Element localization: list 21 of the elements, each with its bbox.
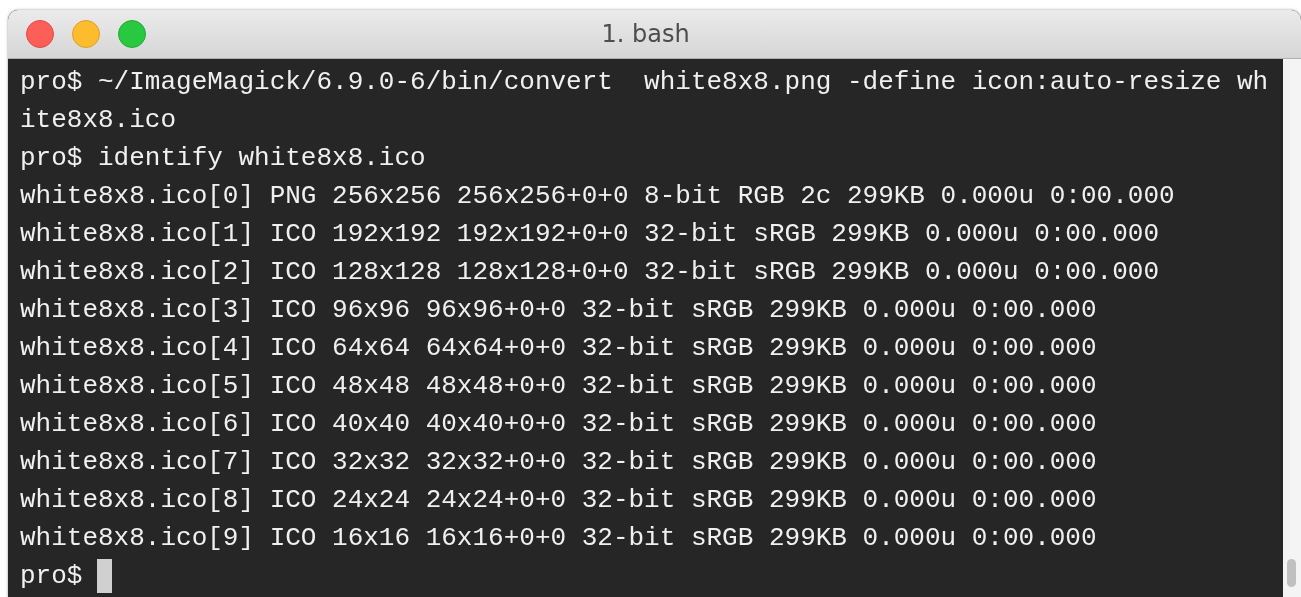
terminal-line: white8x8.ico[5] ICO 48x48 48x48+0+0 32-bit sRGB 299KB 0.000u 0:00.000 [20, 370, 1098, 403]
terminal-line: white8x8.ico[3] ICO 96x96 96x96+0+0 32-bit sRGB 299KB 0.000u 0:00.000 [20, 294, 1098, 327]
zoom-button[interactable] [118, 20, 146, 48]
text-cursor [97, 559, 113, 593]
terminal-line: pro$ ~/ImageMagick/6.9.0-6/bin/convert white8x8.png -define icon:auto-resize wh [20, 66, 1270, 99]
terminal-line: white8x8.ico[9] ICO 16x16 16x16+0+0 32-bit sRGB 299KB 0.000u 0:00.000 [20, 522, 1098, 555]
terminal-line: white8x8.ico[8] ICO 24x24 24x24+0+0 32-bit sRGB 299KB 0.000u 0:00.000 [20, 484, 1098, 517]
terminal-line: white8x8.ico[0] PNG 256x256 256x256+0+0 8-bit RGB 2c 299KB 0.000u 0:00.000 [20, 180, 1176, 213]
window-title: 1. bash [601, 20, 690, 48]
terminal-line: white8x8.ico[6] ICO 40x40 40x40+0+0 32-bit sRGB 299KB 0.000u 0:00.000 [20, 408, 1098, 441]
terminal-line: pro$ identify white8x8.ico [20, 142, 427, 175]
terminal-line: white8x8.ico[2] ICO 128x128 128x128+0+0 32-bit sRGB 299KB 0.000u 0:00.000 [20, 256, 1160, 289]
terminal-line: ite8x8.ico [20, 104, 178, 137]
terminal-line: white8x8.ico[1] ICO 192x192 192x192+0+0 32-bit sRGB 299KB 0.000u 0:00.000 [20, 218, 1160, 251]
close-button[interactable] [26, 20, 54, 48]
scroll-bar[interactable] [1283, 59, 1301, 597]
terminal-line: white8x8.ico[4] ICO 64x64 64x64+0+0 32-bit sRGB 299KB 0.000u 0:00.000 [20, 332, 1098, 365]
shell-prompt: pro$ [20, 560, 83, 593]
scroll-thumb[interactable] [1287, 559, 1296, 587]
minimize-button[interactable] [72, 20, 100, 48]
terminal-line: white8x8.ico[7] ICO 32x32 32x32+0+0 32-bit sRGB 299KB 0.000u 0:00.000 [20, 446, 1098, 479]
